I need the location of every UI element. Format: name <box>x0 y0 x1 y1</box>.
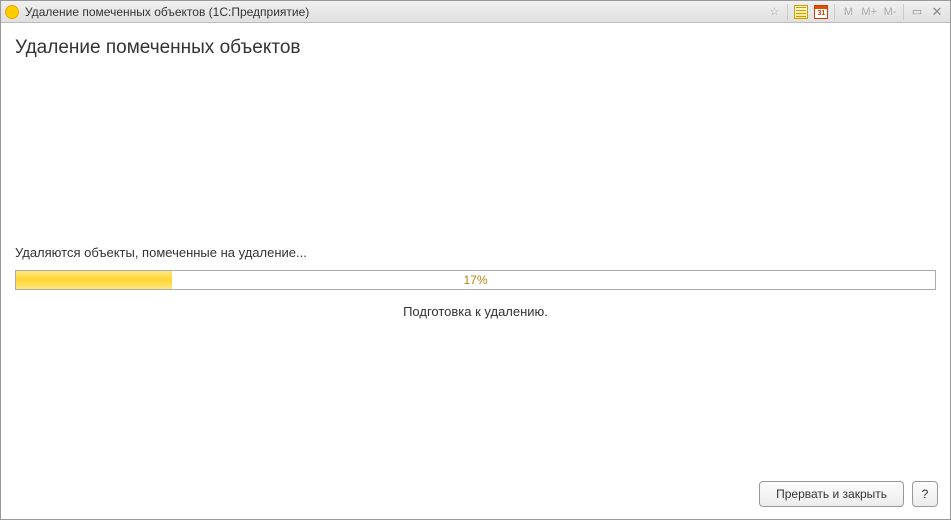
stage-text: Подготовка к удалению. <box>15 304 936 319</box>
progress-bar: 17% <box>15 270 936 290</box>
help-button[interactable]: ? <box>912 481 938 507</box>
calculator-icon[interactable] <box>792 3 810 21</box>
progress-fill <box>16 271 172 289</box>
titlebar: Удаление помеченных объектов (1С:Предпри… <box>1 1 950 23</box>
titlebar-controls: ☆ 31 M M+ M- ▭ ✕ <box>765 3 946 21</box>
footer: Прервать и закрыть ? <box>1 473 950 519</box>
separator <box>787 4 788 20</box>
maximize-icon[interactable]: ▭ <box>908 3 926 21</box>
page-title: Удаление помеченных объектов <box>15 37 936 59</box>
calendar-icon[interactable]: 31 <box>812 3 830 21</box>
favorite-icon[interactable]: ☆ <box>765 3 783 21</box>
separator <box>903 4 904 20</box>
cancel-close-button[interactable]: Прервать и закрыть <box>759 481 904 507</box>
app-window: Удаление помеченных объектов (1С:Предпри… <box>0 0 951 520</box>
window-title: Удаление помеченных объектов (1С:Предпри… <box>25 5 309 19</box>
memory-m-button[interactable]: M <box>839 3 857 21</box>
progress-percent-label: 17% <box>463 273 487 287</box>
status-text: Удаляются объекты, помеченные на удалени… <box>15 245 936 260</box>
separator <box>834 4 835 20</box>
memory-mplus-button[interactable]: M+ <box>859 3 879 21</box>
progress-area: Удаляются объекты, помеченные на удалени… <box>15 245 936 319</box>
close-icon[interactable]: ✕ <box>928 3 946 21</box>
memory-mminus-button[interactable]: M- <box>881 3 899 21</box>
app-icon <box>5 5 19 19</box>
content-area: Удаление помеченных объектов Удаляются о… <box>1 23 950 473</box>
